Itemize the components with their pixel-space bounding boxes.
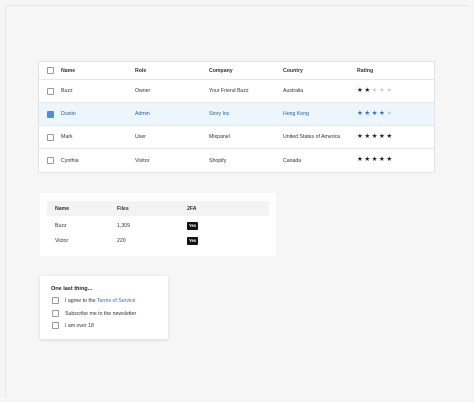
rating-cell: ★ ★ ★ ★ ★	[357, 133, 434, 141]
terms-checkbox[interactable]	[52, 297, 59, 304]
name-cell: Cynthia	[61, 157, 79, 164]
2fa-badge: Yes	[187, 237, 199, 245]
name-cell: Buzz	[61, 88, 73, 94]
column-header-name[interactable]: Name	[61, 68, 135, 74]
table-row[interactable]: Mark User Mixpanel United States of America…	[39, 126, 434, 149]
newsletter-option[interactable]: Subscribe me to the newsletter	[52, 310, 136, 317]
age-checkbox[interactable]	[52, 322, 59, 329]
star-icon[interactable]: ★	[357, 133, 363, 141]
table-header-row: Name Role Company Country Rating	[39, 62, 434, 80]
star-icon[interactable]: ★	[372, 157, 378, 164]
name-cell: Dustin	[61, 111, 76, 117]
star-icon[interactable]: ★	[357, 157, 363, 164]
role-cell: Visitor	[135, 157, 150, 164]
select-all-checkbox[interactable]	[46, 67, 54, 74]
row-checkbox[interactable]	[46, 133, 54, 141]
column-header-rating[interactable]: Rating	[357, 68, 434, 74]
column-header-company[interactable]: Company	[209, 68, 283, 74]
star-icon[interactable]: ★	[379, 133, 385, 141]
consent-card: One last thing... I agree to the Terms o…	[40, 276, 168, 339]
column-header-2fa: 2FA	[187, 205, 197, 212]
row-select-cell	[39, 157, 61, 164]
row-checkbox[interactable]	[46, 110, 54, 118]
table-row[interactable]: Cynthia Visitor Shopify Canada ★ ★ ★ ★ ★	[39, 149, 434, 172]
terms-option[interactable]: I agree to the Terms of Service	[52, 297, 136, 304]
star-icon[interactable]: ★	[372, 133, 378, 141]
2fa-badge: Yes	[187, 222, 199, 230]
file-owner-name: Buzz	[55, 223, 67, 229]
star-icon[interactable]: ★	[364, 133, 370, 141]
newsletter-label: Subscribe me to the newsletter	[65, 310, 137, 317]
company-cell: Mixpanel	[209, 134, 230, 140]
name-cell: Mark	[61, 134, 73, 140]
company-cell: Your Friend Buzz	[209, 88, 249, 94]
terms-prefix: I agree to the	[65, 297, 97, 304]
newsletter-checkbox[interactable]	[52, 310, 59, 317]
consent-title: One last thing...	[51, 286, 93, 292]
age-label: I am over 18	[65, 322, 94, 329]
rating-cell: ★ ★ ★ ★ ★	[357, 157, 434, 164]
table-row[interactable]: Dustin Admin Story Inc Hong Kong ★ ★ ★ ★ ★	[39, 103, 434, 126]
country-cell: Canada	[283, 157, 302, 164]
table-row[interactable]: Buzz Owner Your Friend Buzz Australia ★ ★ ★ ★ ★	[39, 80, 434, 103]
rating-cell: ★ ★ ★ ★ ★	[357, 110, 434, 118]
select-all-cell	[39, 67, 61, 74]
column-header-role[interactable]: Role	[135, 68, 209, 74]
star-icon[interactable]: ★	[364, 110, 370, 118]
files-table: Name Files 2FA Buzz 1,309 Yes Victor 220…	[40, 193, 276, 256]
star-icon[interactable]: ★	[386, 157, 392, 164]
company-cell: Story Inc	[209, 111, 230, 117]
star-icon[interactable]: ★	[386, 133, 392, 141]
country-cell: United States of America	[283, 134, 341, 140]
table-row: Victor 220 Yes	[47, 234, 269, 248]
column-header-country[interactable]: Country	[283, 68, 357, 74]
terms-of-service-link[interactable]: Terms of Service	[97, 298, 136, 304]
star-icon[interactable]: ★	[357, 110, 363, 118]
role-cell: User	[135, 134, 146, 140]
age-option[interactable]: I am over 18	[52, 322, 94, 329]
file-count: 1,309	[117, 223, 130, 229]
rating-cell: ★ ★ ★ ★ ★	[357, 87, 434, 95]
column-header-name: Name	[55, 205, 70, 212]
star-icon[interactable]: ★	[386, 87, 392, 95]
star-icon[interactable]: ★	[386, 110, 392, 118]
star-icon[interactable]: ★	[364, 87, 370, 95]
role-cell: Owner	[135, 88, 151, 94]
star-icon[interactable]: ★	[379, 110, 385, 118]
users-table: Name Role Company Country Rating Buzz Own…	[38, 61, 435, 173]
company-cell: Shopify	[209, 157, 227, 164]
row-select-cell	[39, 87, 61, 95]
files-header-row: Name Files 2FA	[47, 201, 269, 216]
row-checkbox[interactable]	[46, 87, 54, 95]
star-icon[interactable]: ★	[372, 110, 378, 118]
row-checkbox[interactable]	[46, 157, 54, 164]
terms-label: I agree to the Terms of Service	[65, 298, 136, 304]
role-cell: Admin	[135, 111, 150, 117]
column-header-files: Files	[117, 205, 129, 212]
star-icon[interactable]: ★	[364, 157, 370, 164]
files-table-header: Name Files 2FA	[47, 201, 269, 216]
star-icon[interactable]: ★	[379, 157, 385, 164]
row-select-cell	[39, 110, 61, 118]
country-cell: Australia	[283, 88, 304, 94]
star-icon[interactable]: ★	[372, 87, 378, 95]
country-cell: Hong Kong	[283, 111, 309, 117]
star-icon[interactable]: ★	[379, 87, 385, 95]
file-owner-name: Victor	[55, 238, 69, 244]
file-count: 220	[117, 238, 126, 244]
table-row: Buzz 1,309 Yes	[47, 219, 269, 233]
row-select-cell	[39, 133, 61, 141]
star-icon[interactable]: ★	[357, 87, 363, 95]
